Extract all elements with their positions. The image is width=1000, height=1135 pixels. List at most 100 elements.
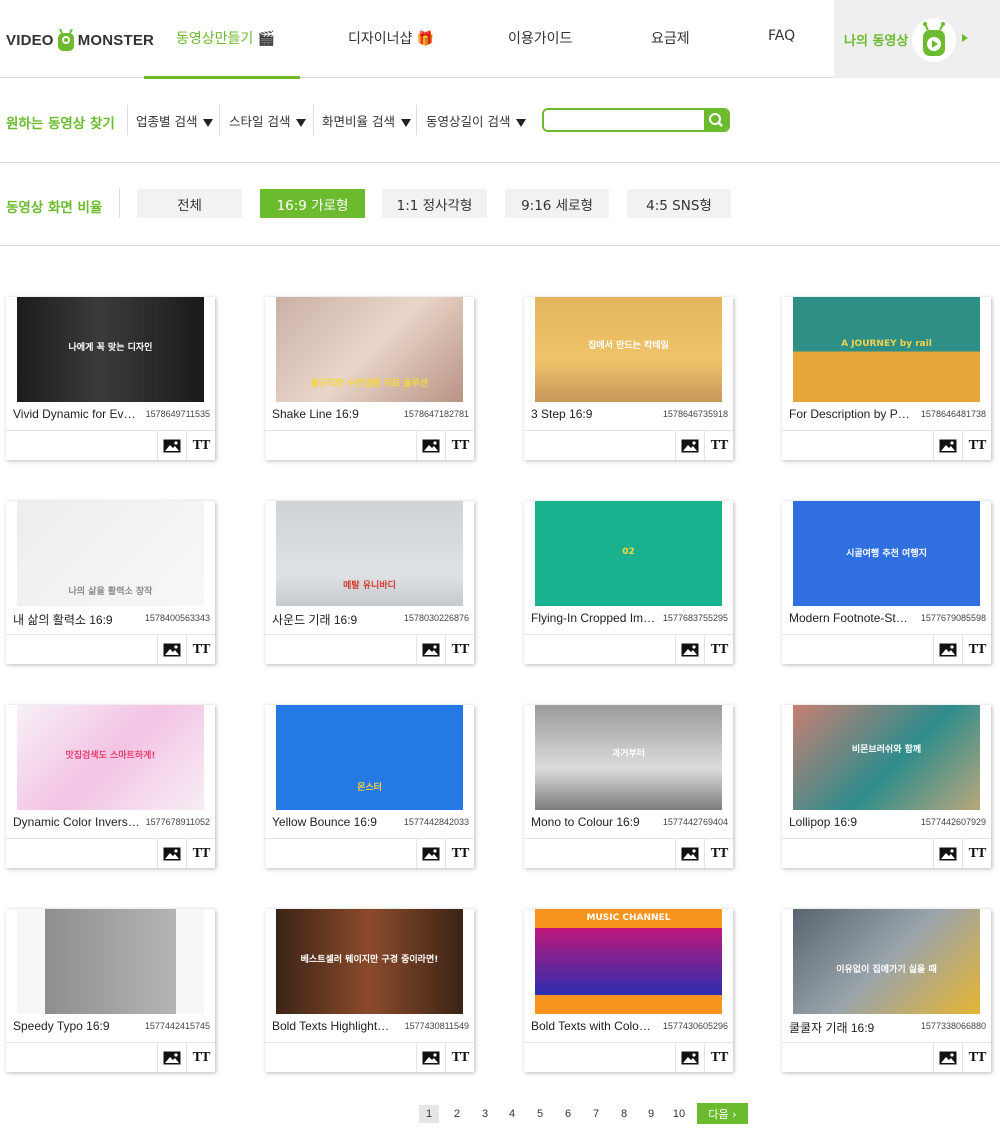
page-link[interactable]: 5 [530,1105,550,1123]
template-card[interactable]: MUSIC CHANNEL Bold Texts with Colo… 157743… [524,909,733,1072]
template-title[interactable]: Flying-In Cropped Im… [531,611,661,625]
template-card[interactable]: A JOURNEY by rail For Description by P… 15… [782,297,991,460]
image-icon[interactable] [157,431,186,460]
ratio-16-9-button[interactable]: 16:9 가로형 [260,189,365,218]
template-thumbnail[interactable]: 02 [535,501,722,606]
page-link[interactable]: 6 [558,1105,578,1123]
image-icon[interactable] [157,839,186,868]
image-icon[interactable] [416,431,445,460]
ratio-all-button[interactable]: 전체 [137,189,242,218]
template-thumbnail[interactable]: 비몬브러쉬와 함께 [793,705,980,810]
nav-pricing[interactable]: 요금제 [651,28,690,48]
text-style-icon[interactable]: TT [962,1043,991,1072]
page-link[interactable]: 10 [669,1105,689,1123]
image-icon[interactable] [416,635,445,664]
text-style-icon[interactable]: TT [704,635,733,664]
template-card[interactable]: 베스트셀러 웨이지만 구경 중이라면! Bold Texts Highlight…… [265,909,474,1072]
template-title[interactable]: Modern Footnote-St… [789,611,919,625]
my-video-button[interactable]: 나의 동영상 [834,0,1000,78]
image-icon[interactable] [157,635,186,664]
text-style-icon[interactable]: TT [186,1043,215,1072]
text-style-icon[interactable]: TT [962,431,991,460]
filter-style-dropdown[interactable]: 스타일 검색 [229,111,307,130]
text-style-icon[interactable]: TT [186,839,215,868]
template-thumbnail[interactable]: 과거부터 [535,705,722,810]
image-icon[interactable] [933,839,962,868]
template-title[interactable]: 내 삶의 활력소 16:9 [13,611,143,628]
page-link[interactable]: 4 [502,1105,522,1123]
template-card[interactable]: 몬스터 Yellow Bounce 16:9 1577442842033 TT [265,705,474,868]
template-title[interactable]: For Description by P… [789,407,919,421]
template-title[interactable]: Bold Texts Highlight… [272,1019,402,1033]
page-link[interactable]: 8 [614,1105,634,1123]
template-title[interactable]: 3 Step 16:9 [531,407,661,421]
image-icon[interactable] [675,431,704,460]
text-style-icon[interactable]: TT [445,1043,474,1072]
template-card[interactable]: Speedy Typo 16:9 1577442415745 TT [6,909,215,1072]
image-icon[interactable] [933,431,962,460]
page-link[interactable]: 1 [419,1105,439,1123]
page-link[interactable]: 7 [586,1105,606,1123]
ratio-4-5-button[interactable]: 4:5 SNS형 [627,189,731,218]
nav-guide[interactable]: 이용가이드 [508,28,572,48]
template-thumbnail[interactable]: 나에게 꼭 맞는 디자인 [17,297,204,402]
template-thumbnail[interactable]: 시골여행 추천 여행지 [793,501,980,606]
text-style-icon[interactable]: TT [704,839,733,868]
image-icon[interactable] [675,1043,704,1072]
template-card[interactable]: 이유없이 집에가기 싫을 때 쿨쿨자 기래 16:9 1577338066880 TT [782,909,991,1072]
search-input[interactable] [544,110,706,130]
text-style-icon[interactable]: TT [704,431,733,460]
text-style-icon[interactable]: TT [445,431,474,460]
template-thumbnail[interactable]: A JOURNEY by rail [793,297,980,402]
logo[interactable]: VIDEO MONSTER [6,22,154,58]
template-thumbnail[interactable] [17,909,204,1014]
template-title[interactable]: Mono to Colour 16:9 [531,815,661,829]
template-thumbnail[interactable]: 나의 삶을 활력소 창작 [17,501,204,606]
template-thumbnail[interactable]: 이유없이 집에가기 싫을 때 [793,909,980,1014]
text-style-icon[interactable]: TT [445,839,474,868]
filter-length-dropdown[interactable]: 동영상길이 검색 [426,111,527,130]
page-link[interactable]: 2 [447,1105,467,1123]
text-style-icon[interactable]: TT [962,839,991,868]
template-thumbnail[interactable]: 맛집검색도 스마트하게! [17,705,204,810]
search-button[interactable] [704,110,728,130]
text-style-icon[interactable]: TT [186,431,215,460]
image-icon[interactable] [933,635,962,664]
text-style-icon[interactable]: TT [704,1043,733,1072]
template-thumbnail[interactable]: 집에서 만드는 칵테일 [535,297,722,402]
template-title[interactable]: Shake Line 16:9 [272,407,402,421]
image-icon[interactable] [157,1043,186,1072]
template-card[interactable]: 02 Flying-In Cropped Im… 1577683755295 TT [524,501,733,664]
nav-designer-shop[interactable]: 디자이너샵 🎁 [348,28,434,48]
template-thumbnail[interactable]: 메탈 유니바디 [276,501,463,606]
image-icon[interactable] [416,1043,445,1072]
template-title[interactable]: Vivid Dynamic for Ev… [13,407,143,421]
template-title[interactable]: Speedy Typo 16:9 [13,1019,143,1033]
template-card[interactable]: 메탈 유니바디 사운드 기래 16:9 1578030226876 TT [265,501,474,664]
image-icon[interactable] [675,635,704,664]
template-card[interactable]: 집에서 만드는 칵테일 3 Step 16:9 1578646735918 TT [524,297,733,460]
next-page-button[interactable]: 다음 › [697,1103,748,1124]
template-card[interactable]: 시골여행 추천 여행지 Modern Footnote-St… 1577679085… [782,501,991,664]
ratio-1-1-button[interactable]: 1:1 정사각형 [382,189,487,218]
template-thumbnail[interactable]: 베스트셀러 웨이지만 구경 중이라면! [276,909,463,1014]
template-title[interactable]: 사운드 기래 16:9 [272,611,402,628]
template-title[interactable]: Dynamic Color Invers… [13,815,143,829]
filter-ratio-dropdown[interactable]: 화면비율 검색 [322,111,411,130]
text-style-icon[interactable]: TT [962,635,991,664]
image-icon[interactable] [675,839,704,868]
template-thumbnail[interactable]: 불규칙한 수면생활 치료 솔루션 [276,297,463,402]
image-icon[interactable] [416,839,445,868]
text-style-icon[interactable]: TT [186,635,215,664]
ratio-9-16-button[interactable]: 9:16 세로형 [505,189,609,218]
template-thumbnail[interactable]: MUSIC CHANNEL [535,909,722,1014]
template-card[interactable]: 비몬브러쉬와 함께 Lollipop 16:9 1577442607929 TT [782,705,991,868]
text-style-icon[interactable]: TT [445,635,474,664]
page-link[interactable]: 3 [475,1105,495,1123]
page-link[interactable]: 9 [641,1105,661,1123]
template-title[interactable]: Bold Texts with Colo… [531,1019,661,1033]
template-thumbnail[interactable]: 몬스터 [276,705,463,810]
template-card[interactable]: 나의 삶을 활력소 창작 내 삶의 활력소 16:9 1578400563343 TT [6,501,215,664]
template-card[interactable]: 맛집검색도 스마트하게! Dynamic Color Invers… 1577678… [6,705,215,868]
template-card[interactable]: 과거부터 Mono to Colour 16:9 1577442769404 TT [524,705,733,868]
